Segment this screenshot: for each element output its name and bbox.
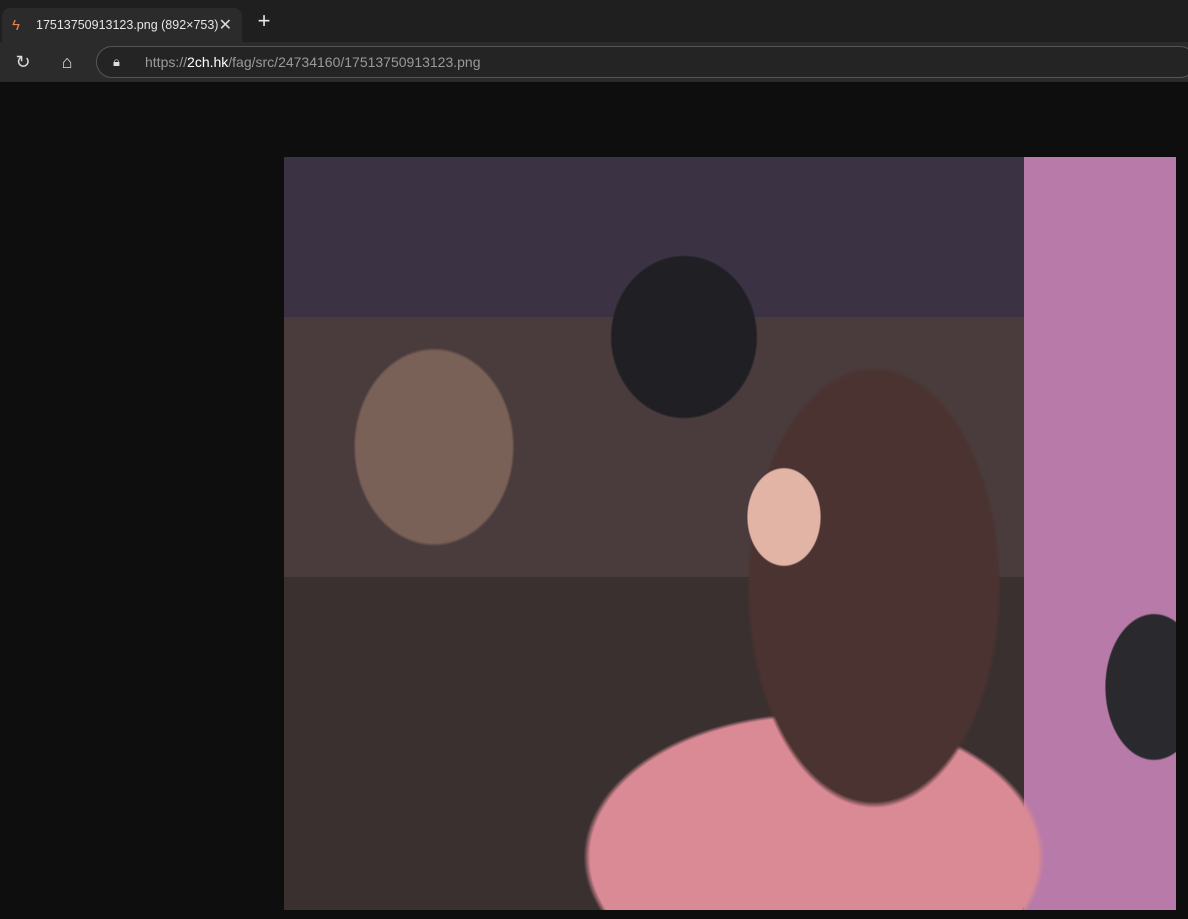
close-icon[interactable]: ✕	[219, 15, 232, 35]
url-text: https://2ch.hk/fag/src/24734160/17513750…	[145, 54, 481, 70]
new-tab-button[interactable]: +	[252, 10, 276, 34]
tab-active[interactable]: ϟ 17513750913123.png (892×753) ✕	[2, 8, 242, 42]
url-scheme: https://	[145, 54, 188, 70]
displayed-image[interactable]	[284, 157, 1176, 910]
address-bar[interactable]: 🔒︎ https://2ch.hk/fag/src/24734160/17513…	[96, 46, 1188, 78]
url-path: /fag/src/24734160/17513750913123.png	[228, 54, 481, 70]
bolt-icon: ϟ	[12, 16, 20, 34]
tab-title: 17513750913123.png (892×753)	[36, 18, 219, 32]
toolbar: ↻ ⌂ 🔒︎ https://2ch.hk/fag/src/24734160/1…	[0, 42, 1188, 82]
reload-icon[interactable]: ↻	[10, 50, 36, 74]
home-icon[interactable]: ⌂	[54, 50, 80, 74]
url-host: 2ch.hk	[187, 54, 229, 70]
lock-icon: 🔒︎	[113, 54, 120, 69]
tab-bar: ϟ 17513750913123.png (892×753) ✕ +	[0, 0, 1188, 42]
